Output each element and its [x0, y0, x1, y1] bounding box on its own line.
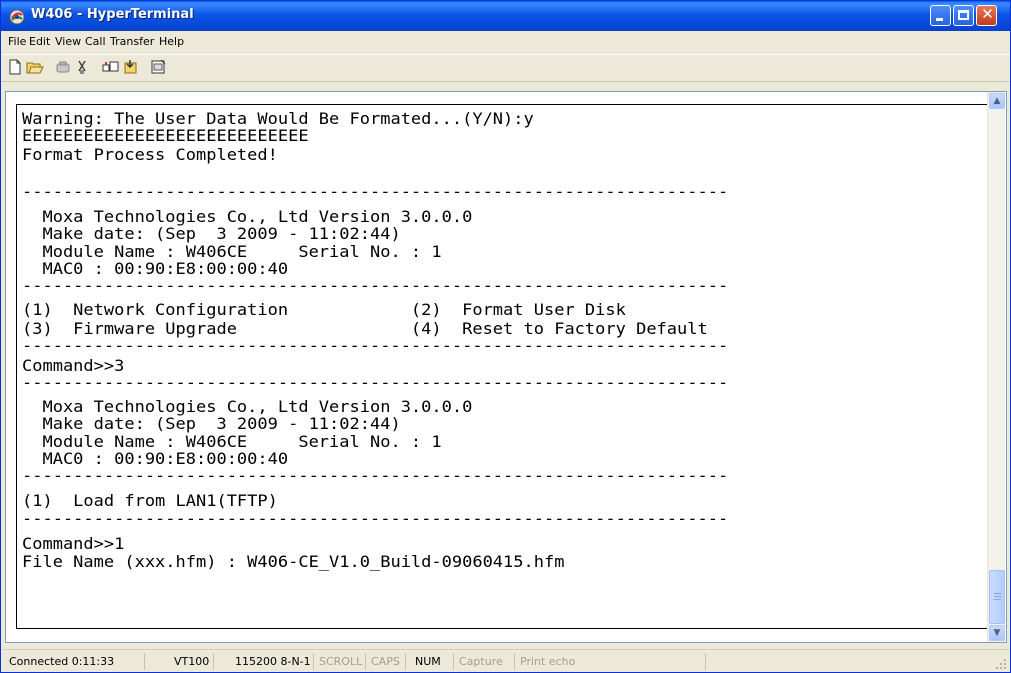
terminal-line: Command>>1 [22, 534, 125, 554]
new-document-icon [9, 59, 21, 75]
vertical-scrollbar[interactable]: ▲ ▼ [987, 92, 1005, 642]
terminal-line: Format Process Completed! [22, 145, 278, 165]
terminal-line: Make date: (Sep 3 2009 - 11:02:44) [22, 224, 401, 244]
maximize-button[interactable] [953, 5, 974, 26]
status-print-echo: Print echo [515, 653, 706, 670]
scroll-up-button[interactable]: ▲ [989, 93, 1005, 109]
maximize-icon [958, 10, 969, 20]
toolbar [2, 54, 1009, 82]
terminal-line: ----------------------------------------… [22, 509, 729, 529]
status-scroll: SCROLL [314, 653, 366, 670]
terminal-line: File Name (xxx.hfm) : W406-CE_V1.0_Build… [22, 552, 565, 572]
window-title: W406 - HyperTerminal [31, 7, 194, 22]
hyperterminal-window: W406 - HyperTerminal ✕ File Edit View Ca… [0, 0, 1011, 673]
hyperterminal-app-icon [9, 9, 25, 25]
terminal-line: (1) Load from LAN1(TFTP) [22, 491, 278, 511]
connect-button[interactable] [55, 59, 75, 77]
terminal-frame: Warning: The User Data Would Be Formated… [5, 91, 1007, 643]
resize-grip-icon[interactable] [995, 658, 1007, 670]
minimize-button[interactable] [930, 5, 951, 26]
open-button[interactable] [26, 59, 46, 77]
scroll-down-button[interactable]: ▼ [989, 625, 1005, 641]
menu-file[interactable]: File [8, 35, 26, 48]
status-capture: Capture [454, 653, 515, 670]
menu-help[interactable]: Help [159, 35, 184, 48]
disconnect-icon [78, 60, 86, 74]
menu-bar: File Edit View Call Transfer Help [2, 31, 1009, 53]
terminal-line: ----------------------------------------… [22, 336, 729, 356]
status-bar: Connected 0:11:33 VT100 115200 8-N-1 SCR… [2, 649, 1009, 672]
status-num: NUM [406, 653, 454, 670]
title-bar[interactable]: W406 - HyperTerminal ✕ [1, 1, 1010, 31]
thumb-grip [994, 599, 1001, 600]
status-connected: Connected 0:11:33 [4, 653, 145, 670]
properties-button[interactable] [150, 59, 170, 77]
terminal-line: Make date: (Sep 3 2009 - 11:02:44) [22, 414, 401, 434]
minimize-icon [936, 18, 943, 21]
terminal-line: ----------------------------------------… [22, 182, 729, 202]
send-icon [102, 61, 119, 72]
thumb-grip [994, 596, 1001, 597]
receive-icon [124, 60, 137, 74]
scroll-thumb[interactable] [989, 570, 1005, 624]
chevron-up-icon: ▲ [993, 96, 1001, 106]
menu-view[interactable]: View [55, 35, 81, 48]
properties-icon [151, 59, 166, 74]
terminal-line: ----------------------------------------… [22, 466, 729, 486]
terminal-screen[interactable]: Warning: The User Data Would Be Formated… [16, 104, 988, 629]
status-port-settings: 115200 8-N-1 [214, 653, 314, 670]
connect-icon [56, 61, 70, 73]
send-button[interactable] [102, 59, 122, 77]
menu-call[interactable]: Call [85, 35, 106, 48]
new-document-button[interactable] [7, 59, 27, 77]
receive-button[interactable] [122, 59, 142, 77]
close-icon: ✕ [981, 5, 994, 23]
open-folder-icon [26, 62, 44, 74]
menu-edit[interactable]: Edit [29, 35, 50, 48]
terminal-line: ----------------------------------------… [22, 373, 729, 393]
close-button[interactable]: ✕ [976, 5, 997, 26]
terminal-line: EEEEEEEEEEEEEEEEEEEEEEEEEEEE [22, 126, 309, 146]
status-emulation: VT100 [145, 653, 214, 670]
disconnect-button[interactable] [74, 59, 94, 77]
menu-transfer[interactable]: Transfer [110, 35, 154, 48]
chevron-down-icon: ▼ [993, 628, 1001, 638]
terminal-line: (1) Network Configuration (2) Format Use… [22, 300, 626, 320]
status-caps: CAPS [366, 653, 406, 670]
thumb-grip [994, 593, 1001, 594]
terminal-line: ----------------------------------------… [22, 276, 729, 296]
